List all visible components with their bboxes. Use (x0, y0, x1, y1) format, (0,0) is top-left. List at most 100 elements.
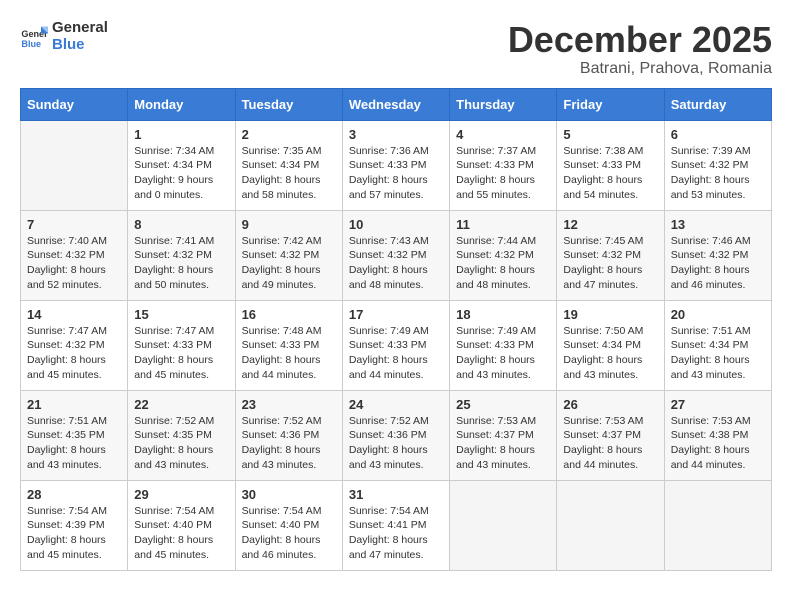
month-title: December 2025 (508, 20, 772, 60)
calendar-cell: 2Sunrise: 7:35 AMSunset: 4:34 PMDaylight… (235, 120, 342, 210)
header-monday: Monday (128, 88, 235, 120)
cell-info: Sunrise: 7:52 AMSunset: 4:35 PMDaylight:… (134, 414, 228, 473)
day-number: 6 (671, 127, 765, 142)
calendar-cell: 13Sunrise: 7:46 AMSunset: 4:32 PMDayligh… (664, 210, 771, 300)
day-number: 27 (671, 397, 765, 412)
calendar-cell (21, 120, 128, 210)
cell-info: Sunrise: 7:54 AMSunset: 4:40 PMDaylight:… (134, 504, 228, 563)
day-number: 15 (134, 307, 228, 322)
calendar-cell: 14Sunrise: 7:47 AMSunset: 4:32 PMDayligh… (21, 300, 128, 390)
calendar-cell: 1Sunrise: 7:34 AMSunset: 4:34 PMDaylight… (128, 120, 235, 210)
day-number: 20 (671, 307, 765, 322)
cell-info: Sunrise: 7:43 AMSunset: 4:32 PMDaylight:… (349, 234, 443, 293)
day-number: 3 (349, 127, 443, 142)
day-number: 26 (563, 397, 657, 412)
day-number: 24 (349, 397, 443, 412)
day-number: 14 (27, 307, 121, 322)
header-friday: Friday (557, 88, 664, 120)
logo: General Blue General Blue (20, 20, 108, 53)
day-number: 30 (242, 487, 336, 502)
calendar-cell: 11 Sunrise: 7:44 AMSunset: 4:32 PMDayligh… (450, 210, 557, 300)
cell-info: Sunrise: 7:38 AMSunset: 4:33 PMDaylight:… (563, 144, 657, 203)
calendar-body: 1Sunrise: 7:34 AMSunset: 4:34 PMDaylight… (21, 120, 772, 570)
calendar-cell: 7 Sunrise: 7:40 AMSunset: 4:32 PMDaylight… (21, 210, 128, 300)
cell-info: Sunrise: 7:44 AMSunset: 4:32 PMDaylight:… (456, 234, 550, 293)
day-number: 17 (349, 307, 443, 322)
calendar-cell: 8 Sunrise: 7:41 AMSunset: 4:32 PMDaylight… (128, 210, 235, 300)
cell-info: Sunrise: 7:42 AMSunset: 4:32 PMDaylight:… (242, 234, 336, 293)
calendar-cell: 26 Sunrise: 7:53 AMSunset: 4:37 PMDayligh… (557, 390, 664, 480)
calendar-cell: 27Sunrise: 7:53 AMSunset: 4:38 PMDayligh… (664, 390, 771, 480)
day-number: 4 (456, 127, 550, 142)
cell-info: Sunrise: 7:40 AMSunset: 4:32 PMDaylight:… (27, 234, 121, 293)
day-number: 13 (671, 217, 765, 232)
calendar-cell (450, 480, 557, 570)
day-number: 29 (134, 487, 228, 502)
cell-info: Sunrise: 7:54 AMSunset: 4:40 PMDaylight:… (242, 504, 336, 563)
calendar-table: SundayMondayTuesdayWednesdayThursdayFrid… (20, 88, 772, 571)
day-number: 28 (27, 487, 121, 502)
calendar-cell: 15 Sunrise: 7:47 AMSunset: 4:33 PMDayligh… (128, 300, 235, 390)
cell-info: Sunrise: 7:49 AMSunset: 4:33 PMDaylight:… (349, 324, 443, 383)
calendar-cell: 24 Sunrise: 7:52 AMSunset: 4:36 PMDayligh… (342, 390, 449, 480)
header-sunday: Sunday (21, 88, 128, 120)
day-number: 22 (134, 397, 228, 412)
day-number: 25 (456, 397, 550, 412)
calendar-cell: 31 Sunrise: 7:54 AMSunset: 4:41 PMDayligh… (342, 480, 449, 570)
calendar-cell: 29 Sunrise: 7:54 AMSunset: 4:40 PMDayligh… (128, 480, 235, 570)
day-number: 9 (242, 217, 336, 232)
day-number: 21 (27, 397, 121, 412)
cell-info: Sunrise: 7:36 AMSunset: 4:33 PMDaylight:… (349, 144, 443, 203)
day-number: 12 (563, 217, 657, 232)
cell-info: Sunrise: 7:48 AMSunset: 4:33 PMDaylight:… (242, 324, 336, 383)
calendar-cell: 28 Sunrise: 7:54 AMSunset: 4:39 PMDayligh… (21, 480, 128, 570)
cell-info: Sunrise: 7:51 AMSunset: 4:35 PMDaylight:… (27, 414, 121, 473)
day-number: 18 (456, 307, 550, 322)
cell-info: Sunrise: 7:34 AMSunset: 4:34 PMDaylight:… (134, 144, 228, 203)
day-number: 2 (242, 127, 336, 142)
cell-info: Sunrise: 7:53 AMSunset: 4:37 PMDaylight:… (456, 414, 550, 473)
day-number: 16 (242, 307, 336, 322)
calendar-cell: 30 Sunrise: 7:54 AMSunset: 4:40 PMDayligh… (235, 480, 342, 570)
calendar-cell: 17 Sunrise: 7:49 AMSunset: 4:33 PMDayligh… (342, 300, 449, 390)
cell-info: Sunrise: 7:52 AMSunset: 4:36 PMDaylight:… (349, 414, 443, 473)
calendar-week-3: 14Sunrise: 7:47 AMSunset: 4:32 PMDayligh… (21, 300, 772, 390)
day-number: 31 (349, 487, 443, 502)
cell-info: Sunrise: 7:51 AMSunset: 4:34 PMDaylight:… (671, 324, 765, 383)
cell-info: Sunrise: 7:47 AMSunset: 4:33 PMDaylight:… (134, 324, 228, 383)
calendar-cell: 6 Sunrise: 7:39 AMSunset: 4:32 PMDaylight… (664, 120, 771, 210)
day-number: 11 (456, 217, 550, 232)
svg-text:Blue: Blue (21, 38, 41, 48)
cell-info: Sunrise: 7:49 AMSunset: 4:33 PMDaylight:… (456, 324, 550, 383)
calendar-cell: 16 Sunrise: 7:48 AMSunset: 4:33 PMDayligh… (235, 300, 342, 390)
header-thursday: Thursday (450, 88, 557, 120)
calendar-cell: 9 Sunrise: 7:42 AMSunset: 4:32 PMDaylight… (235, 210, 342, 300)
header-tuesday: Tuesday (235, 88, 342, 120)
calendar-cell (664, 480, 771, 570)
cell-info: Sunrise: 7:53 AMSunset: 4:37 PMDaylight:… (563, 414, 657, 473)
day-number: 10 (349, 217, 443, 232)
page-header: General Blue General Blue December 2025 … (20, 20, 772, 78)
cell-info: Sunrise: 7:54 AMSunset: 4:41 PMDaylight:… (349, 504, 443, 563)
cell-info: Sunrise: 7:45 AMSunset: 4:32 PMDaylight:… (563, 234, 657, 293)
cell-info: Sunrise: 7:50 AMSunset: 4:34 PMDaylight:… (563, 324, 657, 383)
calendar-cell (557, 480, 664, 570)
title-area: December 2025 Batrani, Prahova, Romania (508, 20, 772, 78)
day-number: 19 (563, 307, 657, 322)
cell-info: Sunrise: 7:39 AMSunset: 4:32 PMDaylight:… (671, 144, 765, 203)
calendar-week-1: 1Sunrise: 7:34 AMSunset: 4:34 PMDaylight… (21, 120, 772, 210)
day-number: 8 (134, 217, 228, 232)
calendar-cell: 20 Sunrise: 7:51 AMSunset: 4:34 PMDayligh… (664, 300, 771, 390)
calendar-cell: 3 Sunrise: 7:36 AMSunset: 4:33 PMDaylight… (342, 120, 449, 210)
calendar-week-5: 28 Sunrise: 7:54 AMSunset: 4:39 PMDayligh… (21, 480, 772, 570)
cell-info: Sunrise: 7:41 AMSunset: 4:32 PMDaylight:… (134, 234, 228, 293)
calendar-cell: 22 Sunrise: 7:52 AMSunset: 4:35 PMDayligh… (128, 390, 235, 480)
cell-info: Sunrise: 7:54 AMSunset: 4:39 PMDaylight:… (27, 504, 121, 563)
day-number: 7 (27, 217, 121, 232)
calendar-cell: 21 Sunrise: 7:51 AMSunset: 4:35 PMDayligh… (21, 390, 128, 480)
cell-info: Sunrise: 7:37 AMSunset: 4:33 PMDaylight:… (456, 144, 550, 203)
header-saturday: Saturday (664, 88, 771, 120)
calendar-cell: 23Sunrise: 7:52 AMSunset: 4:36 PMDayligh… (235, 390, 342, 480)
logo-icon: General Blue (20, 23, 48, 51)
calendar-week-4: 21 Sunrise: 7:51 AMSunset: 4:35 PMDayligh… (21, 390, 772, 480)
